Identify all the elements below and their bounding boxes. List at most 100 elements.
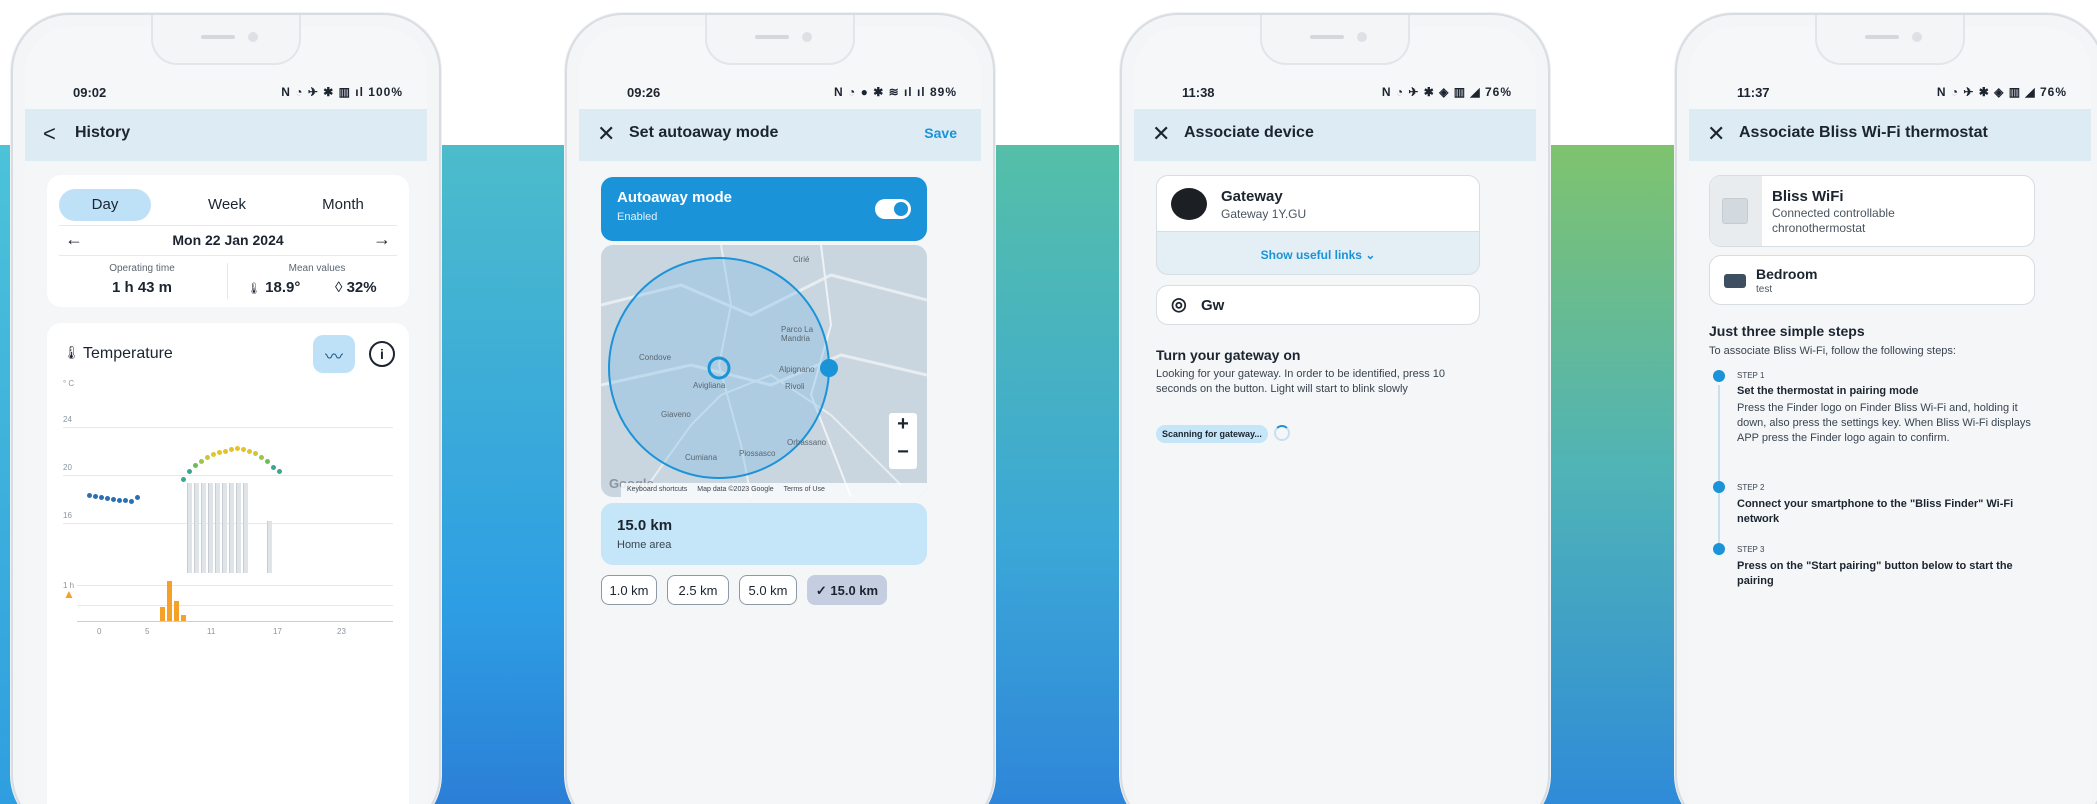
close-icon[interactable]: ✕ — [1707, 121, 1725, 147]
map-place-label: Parco La Mandria — [781, 325, 814, 343]
thermostat-image — [1710, 176, 1762, 246]
phone-screen: 11:37 N ◔ ✈ ✱ ◈ ▥ ◢ 76% ✕ Associate Blis… — [1689, 27, 2091, 804]
steps-timeline — [1718, 385, 1720, 545]
autoaway-toggle-card[interactable]: Autoaway mode Enabled — [601, 177, 927, 241]
x-tick-label: 23 — [337, 627, 346, 636]
map-place-label: Condove — [639, 353, 672, 362]
radius-chips: 1.0 km 2.5 km 5.0 km ✓ 15.0 km — [601, 575, 941, 607]
gw-name: Gw — [1201, 297, 1225, 314]
scanning-badge: Scanning for gateway... — [1156, 425, 1268, 443]
x-tick-label: 17 — [273, 627, 282, 636]
autoaway-switch[interactable] — [875, 199, 911, 219]
phone-autoaway: 09:26 N ◔ ● ✱ ≋ ıl ıl 89% ✕ Set autoaway… — [565, 13, 995, 804]
x-tick-label: 0 — [97, 627, 102, 636]
temperature-chart-card: 🌡 Temperature 〰 i ° C 24 20 16 1 h ▲ 0 5… — [47, 323, 409, 804]
close-icon[interactable]: ✕ — [1152, 121, 1170, 147]
operating-bar — [208, 483, 213, 573]
operating-bar — [229, 483, 234, 573]
radius-chip[interactable]: 1.0 km — [601, 575, 657, 605]
temperature-point — [265, 459, 270, 464]
gw-card[interactable]: ◎ Gw — [1156, 285, 1480, 325]
phone-notch — [1815, 15, 1965, 65]
map-place-label: Rivoli — [785, 382, 805, 391]
status-icons: N ◔ ✈ ✱ ◈ ▥ ◢ 76% — [1936, 85, 2067, 99]
arrow-right-icon[interactable]: → — [373, 229, 391, 250]
y-tick-label: 20 — [63, 463, 72, 472]
status-time: 09:26 — [627, 85, 661, 100]
zoom-in-button[interactable]: + — [889, 413, 917, 436]
temperature-point — [105, 496, 110, 501]
radius-chip-selected[interactable]: ✓ 15.0 km — [807, 575, 887, 605]
status-icons: N ◔ ✈ ✱ ▥ ıl 100% — [281, 85, 403, 99]
line-chart-toggle-icon[interactable]: 〰 — [313, 335, 355, 373]
temperature-point — [181, 477, 186, 482]
page-title: Associate Bliss Wi-Fi thermostat — [1739, 124, 1988, 141]
x-tick-label: 11 — [207, 627, 216, 636]
thermometer-icon: 🌡 — [63, 345, 80, 360]
y-tick-label: 16 — [63, 511, 72, 520]
map-place-label: Piossasco — [739, 449, 776, 458]
back-icon[interactable]: < — [43, 121, 56, 147]
temperature-point — [271, 465, 276, 470]
show-useful-links-button[interactable]: Show useful links ⌄ — [1157, 248, 1479, 262]
temperature-point — [135, 495, 140, 500]
step-title: Set the thermostat in pairing mode — [1737, 385, 1919, 397]
zoom-out-button[interactable]: − — [889, 441, 917, 464]
gateway-id: Gateway 1Y.GU — [1221, 207, 1307, 221]
tab-week[interactable]: Week — [181, 189, 273, 221]
app-bar: < History — [25, 109, 427, 161]
map-place-label: Orbassano — [787, 438, 827, 447]
terms-link[interactable]: Terms of Use — [784, 486, 825, 493]
temperature-point — [199, 459, 204, 464]
room-card[interactable]: Bedroom test — [1709, 255, 2035, 305]
bed-icon — [1724, 274, 1746, 288]
temperature-point — [111, 497, 116, 502]
save-button[interactable]: Save — [924, 125, 957, 141]
radius-chip[interactable]: 5.0 km — [739, 575, 797, 605]
device-card[interactable]: Bliss WiFi Connected controllable chrono… — [1709, 175, 2035, 247]
operating-bar — [243, 483, 248, 573]
temperature-point — [229, 447, 234, 452]
x-tick-label: 5 — [145, 627, 150, 636]
phone-notch — [705, 15, 855, 65]
gateway-row[interactable]: Gateway Gateway 1Y.GU — [1157, 176, 1479, 232]
y-tick-label: 24 — [63, 415, 72, 424]
temperature-point — [93, 494, 98, 499]
step-body: Press the Finder logo on Finder Bliss Wi… — [1737, 402, 2031, 444]
temperature-point — [211, 452, 216, 457]
temperature-point — [247, 449, 252, 454]
info-icon[interactable]: i — [369, 341, 395, 367]
tab-day[interactable]: Day — [59, 189, 151, 221]
app-bar: ✕ Associate device — [1134, 109, 1536, 161]
radius-chip[interactable]: 2.5 km — [667, 575, 729, 605]
background-band — [985, 145, 1135, 804]
y-unit-label: ° C — [63, 379, 75, 388]
home-area-card: 15.0 km Home area — [601, 503, 927, 565]
temperature-point — [253, 451, 258, 456]
map-place-label: Cirié — [793, 255, 810, 264]
room-name: Bedroom — [1756, 266, 1818, 282]
close-icon[interactable]: ✕ — [597, 121, 615, 147]
mean-temperature: 🌡 18.9° — [247, 279, 301, 296]
tab-month[interactable]: Month — [297, 189, 389, 221]
gateway-card[interactable]: Gateway Gateway 1Y.GU Show useful links … — [1156, 175, 1480, 275]
map-view[interactable]: Cirié Parco La Mandria Condove Avigliana… — [601, 245, 927, 497]
temperature-point — [129, 499, 134, 504]
flame-icon: ▲ — [63, 587, 75, 601]
operating-bar — [215, 483, 220, 573]
home-area-value: 15.0 km — [617, 517, 673, 534]
map-place-label: Avigliana — [693, 381, 726, 390]
page-title: History — [75, 124, 131, 141]
phone-screen: 09:02 N ◔ ✈ ✱ ▥ ıl 100% < History Day We… — [25, 27, 427, 804]
temperature-point — [193, 463, 198, 468]
operating-time-label: Operating time — [109, 263, 175, 274]
operating-bar — [267, 521, 272, 573]
step-title: Connect your smartphone to the "Bliss Fi… — [1737, 498, 2014, 525]
keyboard-shortcuts-link[interactable]: Keyboard shortcuts — [627, 486, 687, 493]
phone-screen: 11:38 N ◔ ✈ ✱ ◈ ▥ ◢ 76% ✕ Associate devi… — [1134, 27, 1536, 804]
map-place-label: Cumiana — [685, 453, 718, 462]
broadcast-icon: ◎ — [1171, 294, 1187, 314]
map-place-label: Alpignano — [779, 365, 815, 374]
step-marker — [1713, 481, 1725, 493]
status-icons: N ◔ ✈ ✱ ◈ ▥ ◢ 76% — [1381, 85, 1512, 99]
